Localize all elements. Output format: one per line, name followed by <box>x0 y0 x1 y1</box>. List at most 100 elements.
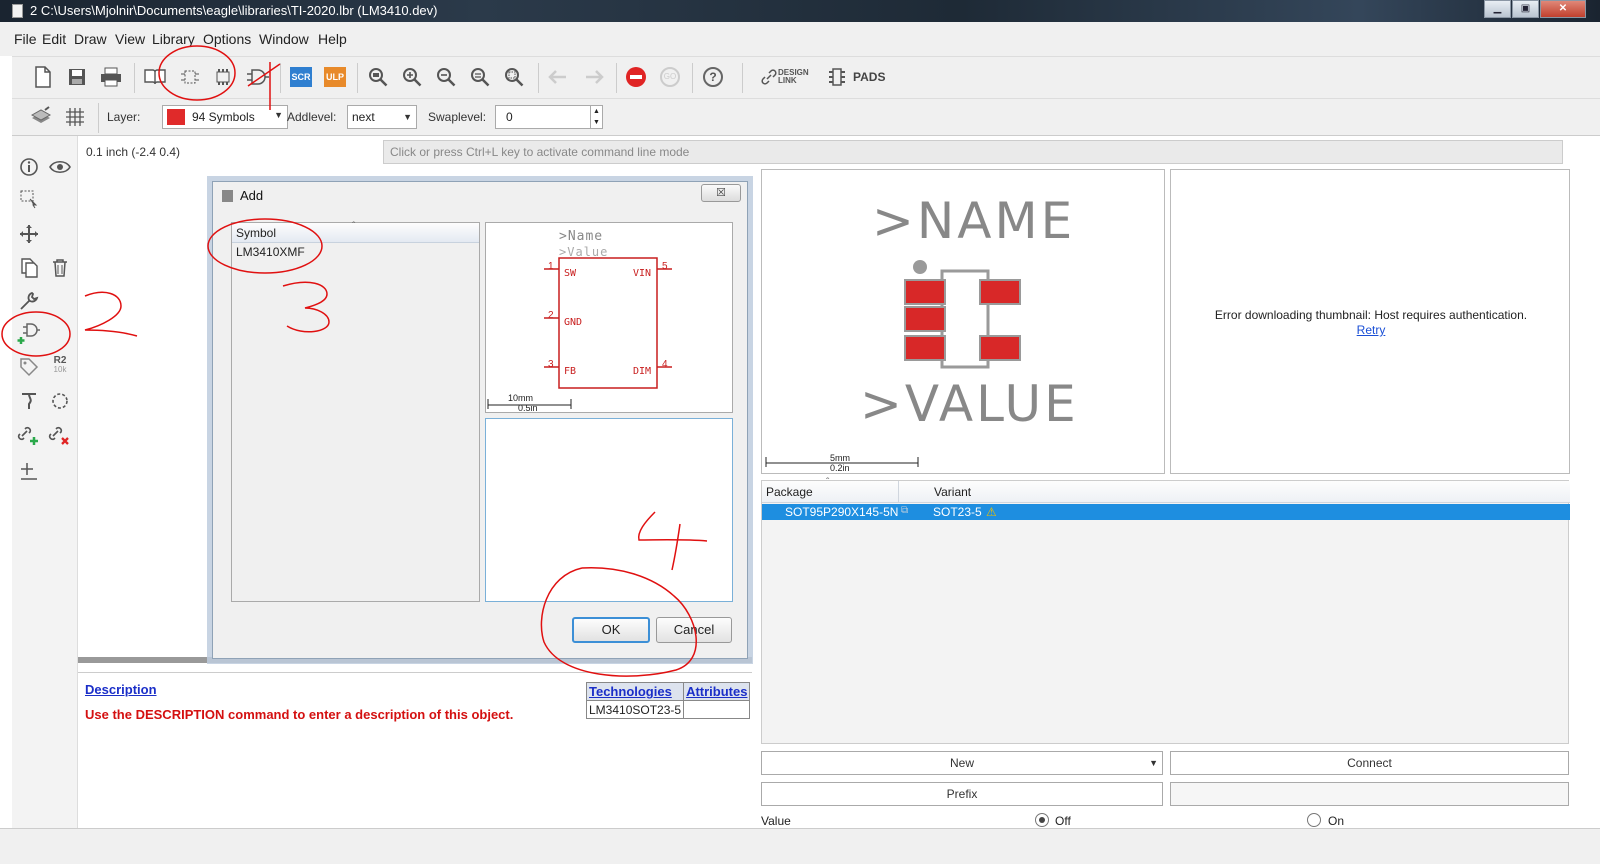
tool-palette: R2 10k <box>12 136 78 828</box>
pin-name: SW <box>564 268 577 279</box>
retry-link[interactable]: Retry <box>1171 323 1571 337</box>
connect-button[interactable]: Connect <box>1170 751 1569 775</box>
smash-icon[interactable] <box>16 388 42 414</box>
addlevel-value: next <box>352 110 375 124</box>
spinner-arrows-icon[interactable]: ▲ ▼ <box>590 106 602 128</box>
column-header-package[interactable]: Package <box>766 485 813 499</box>
stop-icon[interactable] <box>623 64 649 90</box>
chevron-down-icon: ▼ <box>403 112 412 122</box>
pin-name: FB <box>564 366 577 377</box>
layer-color-swatch <box>167 109 185 125</box>
help-icon[interactable]: ? <box>700 64 726 90</box>
swaplevel-spinner[interactable]: 0 ▲ ▼ <box>495 105 603 129</box>
main-toolbar: SCR ULP GO ? DESIGN LINK PADS <box>12 56 1600 98</box>
eye-icon[interactable] <box>47 154 73 180</box>
menu-help[interactable]: Help <box>318 31 347 47</box>
command-line-input[interactable]: Click or press Ctrl+L key to activate co… <box>383 140 1563 164</box>
zoom-select-icon[interactable] <box>502 64 528 90</box>
group-select-icon[interactable] <box>16 186 42 212</box>
menu-view[interactable]: View <box>115 31 145 47</box>
package-table: Package ˆ Variant SOT95P290X145-5N ⧉ SOT… <box>761 477 1570 744</box>
pin-number: 5 <box>662 261 668 272</box>
pads-label[interactable]: PADS <box>853 70 885 84</box>
menu-file[interactable]: File <box>14 31 37 47</box>
menu-options[interactable]: Options <box>203 31 251 47</box>
add-link-icon[interactable] <box>16 422 42 448</box>
package-editor-icon[interactable] <box>210 64 236 90</box>
value-on-radio[interactable] <box>1307 813 1321 827</box>
value-tool-icon[interactable]: R2 10k <box>47 352 73 378</box>
list-item[interactable]: LM3410XMF <box>232 243 479 261</box>
delete-icon[interactable] <box>47 255 73 281</box>
rotate-icon[interactable] <box>47 388 73 414</box>
layer-settings-icon[interactable] <box>28 104 54 130</box>
grid-icon[interactable] <box>62 104 88 130</box>
layer-label: Layer: <box>107 110 141 124</box>
symbol-editor-icon[interactable] <box>177 64 203 90</box>
mark-icon[interactable] <box>16 458 42 484</box>
attributes-link[interactable]: Attributes <box>683 682 751 701</box>
script-button[interactable]: SCR <box>288 64 314 90</box>
ulp-button[interactable]: ULP <box>322 64 348 90</box>
pin-name: VIN <box>633 268 652 279</box>
redo-icon[interactable] <box>580 64 606 90</box>
print-icon[interactable] <box>98 64 124 90</box>
description-link[interactable]: Description <box>85 682 157 697</box>
layer-select[interactable]: 94 Symbols ▼ <box>162 105 288 129</box>
symbol-column-header[interactable]: Symbol ˆ <box>232 221 479 243</box>
copy-icon[interactable] <box>16 255 42 281</box>
go-icon[interactable]: GO <box>657 64 683 90</box>
minimize-button[interactable]: ▁ <box>1484 0 1511 18</box>
value-off-label: Off <box>1055 814 1071 828</box>
table-row[interactable]: SOT95P290X145-5N ⧉ SOT23-5 ⚠ <box>762 504 1570 520</box>
pin-number: 1 <box>548 261 554 272</box>
value-off-radio[interactable] <box>1035 813 1049 827</box>
menu-draw[interactable]: Draw <box>74 31 107 47</box>
value-label: Value <box>761 814 791 828</box>
addlevel-select[interactable]: next ▼ <box>347 105 417 129</box>
remove-link-icon[interactable] <box>47 422 73 448</box>
swaplevel-label: Swaplevel: <box>428 110 487 124</box>
thumbnail-pane: Error downloading thumbnail: Host requir… <box>1170 169 1570 474</box>
symbol-description-pane <box>485 418 733 602</box>
window-controls: ▁ ▣ ✕ <box>1483 0 1586 18</box>
new-file-icon[interactable] <box>30 64 56 90</box>
maximize-button[interactable]: ▣ <box>1512 0 1539 18</box>
info-icon[interactable] <box>16 154 42 180</box>
pads-icon[interactable] <box>824 64 850 90</box>
add-symbol-icon[interactable] <box>16 320 42 346</box>
prefix-field[interactable] <box>1170 782 1569 806</box>
wrench-icon[interactable] <box>16 288 42 314</box>
column-header-variant[interactable]: Variant <box>934 485 971 499</box>
undo-icon[interactable] <box>546 64 572 90</box>
pin-name: GND <box>564 317 583 328</box>
prefix-button[interactable]: Prefix <box>761 782 1163 806</box>
close-button[interactable]: ✕ <box>1540 0 1586 18</box>
zoom-fit-icon[interactable] <box>365 64 391 90</box>
menu-window[interactable]: Window <box>259 31 309 47</box>
zoom-redraw-icon[interactable] <box>467 64 493 90</box>
attribute-cell[interactable] <box>683 700 751 719</box>
zoom-in-icon[interactable] <box>399 64 425 90</box>
library-book-icon[interactable] <box>142 64 168 90</box>
ok-button[interactable]: OK <box>572 617 650 643</box>
cancel-button[interactable]: Cancel <box>656 617 732 643</box>
tag-icon[interactable] <box>16 354 42 380</box>
technology-cell[interactable]: LM3410SOT23-5 <box>585 700 685 719</box>
zoom-out-icon[interactable] <box>433 64 459 90</box>
menu-edit[interactable]: Edit <box>42 31 66 47</box>
save-icon[interactable] <box>64 64 90 90</box>
technologies-link[interactable]: Technologies <box>585 682 685 701</box>
coordinate-readout: 0.1 inch (-2.4 0.4) <box>86 145 181 159</box>
layer-select-value: 94 Symbols <box>192 110 255 124</box>
dialog-close-button[interactable]: ☒ <box>701 184 741 202</box>
device-editor-icon[interactable] <box>245 64 271 90</box>
menu-library[interactable]: Library <box>152 31 195 47</box>
status-bar <box>0 828 1600 864</box>
dialog-icon <box>222 190 233 202</box>
new-button[interactable]: New ▼ <box>761 751 1163 775</box>
design-link-label[interactable]: DESIGN LINK <box>778 69 814 85</box>
move-icon[interactable] <box>16 221 42 247</box>
sort-caret-icon: ˆ <box>352 221 356 232</box>
dialog-title: Add <box>240 188 264 203</box>
